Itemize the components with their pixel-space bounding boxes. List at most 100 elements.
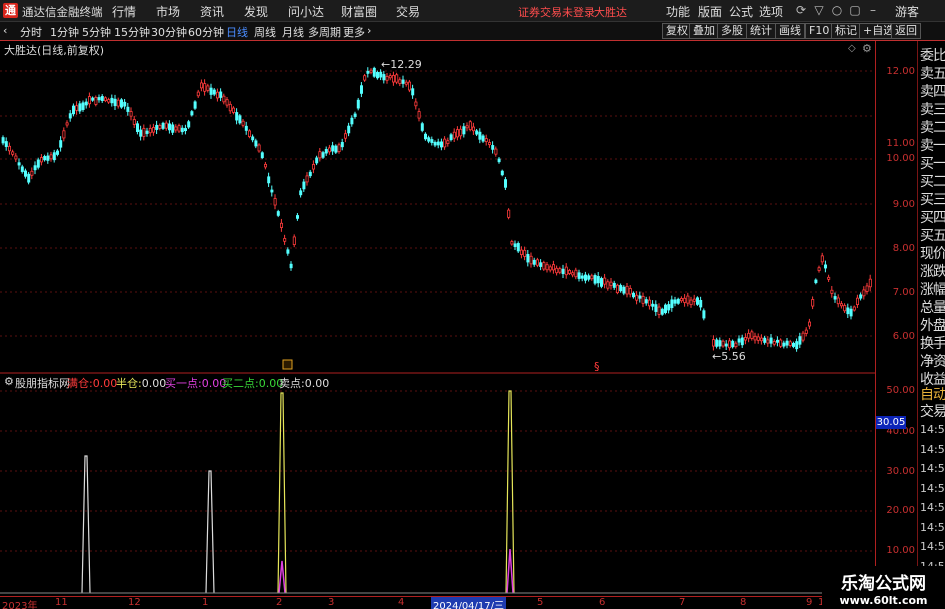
candle-body <box>327 147 331 153</box>
menu-market[interactable]: 市场 <box>156 3 180 20</box>
period-intraday[interactable]: 分时 <box>20 24 42 40</box>
indicator-full-position: 满仓:0.00 <box>67 375 117 391</box>
candle-body <box>795 341 799 350</box>
candle-body <box>407 81 411 91</box>
candle-body <box>680 298 684 302</box>
candle-body <box>443 138 447 148</box>
menu-layout[interactable]: 版面 <box>698 3 722 20</box>
menu-wealth[interactable]: 财富圈 <box>341 3 377 20</box>
settings-gear-icon[interactable]: ⚙ <box>862 42 872 55</box>
candle-body <box>139 129 143 137</box>
candle-body <box>4 141 8 147</box>
more-chevron-icon[interactable]: › <box>367 24 371 37</box>
buy-spike <box>278 560 286 594</box>
login-notice[interactable]: 证券交易未登录 <box>518 4 595 20</box>
y-tick-label: 9.00 <box>892 199 915 210</box>
period-monthly[interactable]: 月线 <box>282 24 304 40</box>
return-button[interactable]: 返回 <box>891 23 921 39</box>
chart-canvas[interactable]: § <box>0 41 875 596</box>
candle-body <box>135 123 139 132</box>
trade-label[interactable]: 交易 <box>920 401 945 421</box>
buy-point-1-label: 买一点: <box>165 377 202 390</box>
candle-body <box>366 70 370 74</box>
quote-label: 买一 <box>920 156 945 172</box>
guest-user[interactable]: 游客 <box>895 3 919 20</box>
candle-body <box>270 189 274 193</box>
candle-body <box>59 140 63 148</box>
candle-body <box>228 103 232 112</box>
menu-trade[interactable]: 交易 <box>396 3 420 20</box>
date-tick: 7 <box>679 597 686 608</box>
period-60min[interactable]: 60分钟 <box>188 24 224 40</box>
candle-body <box>580 275 584 279</box>
candle-body <box>142 128 146 137</box>
candle-body <box>536 259 540 266</box>
period-5min[interactable]: 5分钟 <box>82 24 111 40</box>
draw-line-button[interactable]: 画线 <box>775 23 805 39</box>
multi-stock-button[interactable]: 多股 <box>717 23 747 39</box>
mark-button[interactable]: 标记 <box>831 23 861 39</box>
candle-body <box>769 337 773 344</box>
candle-body <box>167 123 171 131</box>
candle-body <box>199 82 203 89</box>
menu-news[interactable]: 资讯 <box>200 3 224 20</box>
candle-body <box>350 117 354 125</box>
indicator-gear-icon[interactable]: ⚙ <box>4 375 14 388</box>
candle-body <box>132 119 136 125</box>
candle-body <box>721 340 725 347</box>
candle-body <box>113 98 117 107</box>
candle-body <box>587 275 591 280</box>
candle-body <box>235 112 239 121</box>
candle-body <box>209 87 213 95</box>
candle-body <box>702 310 706 319</box>
candle-body <box>46 155 50 161</box>
statistics-button[interactable]: 统计 <box>746 23 776 39</box>
period-1min[interactable]: 1分钟 <box>50 24 79 40</box>
candle-body <box>654 304 658 312</box>
candle-body <box>251 136 255 141</box>
event-marker-icon[interactable] <box>282 359 293 370</box>
menu-discover[interactable]: 发现 <box>244 3 268 20</box>
y-tick-label: 10.00 <box>886 153 915 164</box>
dividend-marker-icon[interactable]: § <box>594 360 600 373</box>
back-arrow-icon[interactable]: ‹ <box>3 24 7 37</box>
adjust-button[interactable]: 复权 <box>662 23 692 39</box>
menu-options[interactable]: 选项 <box>759 3 783 20</box>
date-tick: 2 <box>276 597 283 608</box>
menu-xiaoda[interactable]: 问小达 <box>288 3 324 20</box>
candle-body <box>782 342 786 347</box>
period-more[interactable]: 更多 <box>343 24 365 40</box>
period-15min[interactable]: 15分钟 <box>114 24 150 40</box>
candle-body <box>487 142 491 145</box>
candle-body <box>564 266 568 276</box>
candle-body <box>190 111 194 116</box>
candle-body <box>446 140 450 144</box>
candle-body <box>423 133 427 140</box>
f10-button[interactable]: F10 <box>805 23 834 39</box>
candle-body <box>683 297 687 303</box>
period-weekly[interactable]: 周线 <box>254 24 276 40</box>
chart-area[interactable]: § 大胜达(日线,前复权) ◇ ⚙ ←12.29 ←5.56 ⚙ 股朋指标网 满… <box>0 41 875 596</box>
candle-body <box>622 286 626 294</box>
overlay-button[interactable]: 叠加 <box>689 23 719 39</box>
quote-label: 现价 <box>920 246 945 262</box>
shirt-icon[interactable]: ▽ <box>811 3 827 17</box>
user-icon[interactable]: ○ <box>829 3 845 17</box>
menu-formula[interactable]: 公式 <box>729 3 753 20</box>
refresh-icon[interactable]: ⟳ <box>793 3 809 17</box>
indicator-spike <box>205 470 215 594</box>
candle-body <box>283 238 287 242</box>
message-icon[interactable]: ▢ <box>847 3 863 17</box>
period-daily[interactable]: 日线 <box>226 24 248 40</box>
candle-body <box>728 340 732 349</box>
menu-quotes[interactable]: 行情 <box>112 3 136 20</box>
expand-icon[interactable]: ◇ <box>848 43 856 54</box>
candle-body <box>68 113 72 119</box>
candle-body <box>337 144 341 152</box>
candle-body <box>347 125 351 134</box>
minimize-icon[interactable]: – <box>865 3 881 17</box>
period-30min[interactable]: 30分钟 <box>151 24 187 40</box>
menu-function[interactable]: 功能 <box>666 3 690 20</box>
candle-body <box>676 298 680 304</box>
period-multi[interactable]: 多周期 <box>308 24 341 40</box>
